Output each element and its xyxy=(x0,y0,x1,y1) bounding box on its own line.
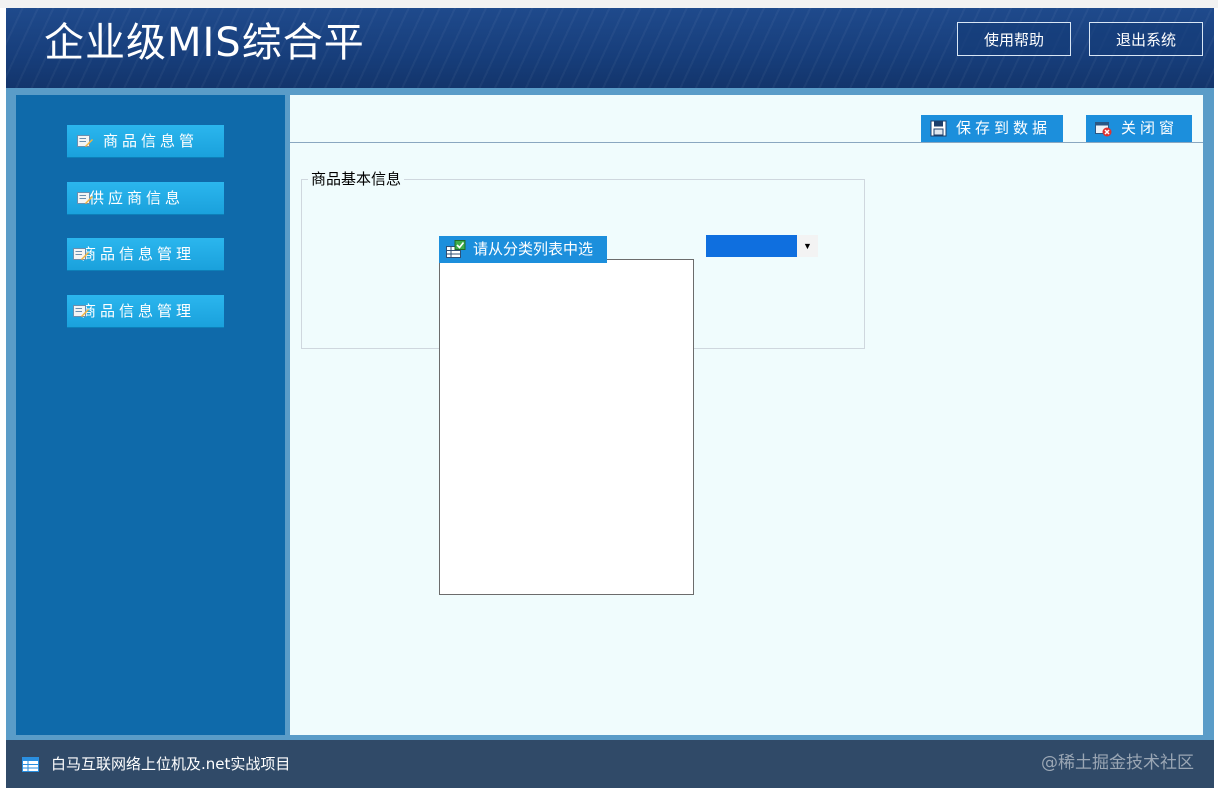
background-strip-right xyxy=(1214,8,1218,793)
toolbar-divider xyxy=(290,142,1203,143)
sidebar-item-label: 商品信息管理 xyxy=(81,302,196,320)
group-title: 商品基本信息 xyxy=(308,169,405,189)
watermark: @稀土掘金技术社区 xyxy=(1041,753,1194,773)
close-window-icon xyxy=(1095,122,1112,137)
edit-list-icon xyxy=(77,135,93,147)
exit-button[interactable]: 退出系统 xyxy=(1089,22,1203,56)
edit-list-icon xyxy=(73,248,89,260)
combobox-selected-value xyxy=(706,235,797,257)
edit-list-icon xyxy=(77,192,93,204)
table-icon xyxy=(22,757,39,772)
sidebar: 商品信息管 供应商信息 商品信息管理 商品信息管理 xyxy=(16,95,285,735)
close-button-label: 关闭窗 xyxy=(1121,119,1179,137)
status-text: 白马互联网络上位机及.net实战项目 xyxy=(51,755,291,773)
app-title: 企业级MIS综合平 xyxy=(44,20,365,66)
sidebar-item-product-info[interactable]: 商品信息管 xyxy=(67,125,224,158)
select-category-label: 请从分类列表中选 xyxy=(473,240,594,258)
category-list-panel[interactable] xyxy=(439,259,694,595)
content-panel: 保存到数据 关闭窗 商品基本信息 ▼ 请从分类列表中选 xyxy=(290,95,1203,735)
table-check-icon xyxy=(446,240,466,258)
sidebar-item-supplier-info[interactable]: 供应商信息 xyxy=(67,182,224,215)
edit-list-icon xyxy=(73,305,89,317)
help-button[interactable]: 使用帮助 xyxy=(957,22,1071,56)
sidebar-item-label: 商品信息管理 xyxy=(81,245,196,263)
header-banner: 企业级MIS综合平 使用帮助 退出系统 xyxy=(6,8,1214,88)
select-category-button[interactable]: 请从分类列表中选 xyxy=(439,236,607,263)
sidebar-item-label: 供应商信息 xyxy=(89,189,185,207)
sidebar-item-product-manage-1[interactable]: 商品信息管理 xyxy=(67,238,224,271)
chevron-down-icon[interactable]: ▼ xyxy=(797,235,818,257)
save-icon xyxy=(930,120,947,137)
save-to-database-button[interactable]: 保存到数据 xyxy=(921,115,1063,142)
save-button-label: 保存到数据 xyxy=(956,119,1052,137)
category-combobox[interactable]: ▼ xyxy=(706,235,818,257)
status-bar: 白马互联网络上位机及.net实战项目 @稀土掘金技术社区 xyxy=(6,740,1214,788)
close-window-button[interactable]: 关闭窗 xyxy=(1086,115,1192,142)
sidebar-item-product-manage-2[interactable]: 商品信息管理 xyxy=(67,295,224,328)
main-window: 企业级MIS综合平 使用帮助 退出系统 商品信息管 供应商信息 商品信息管理 商… xyxy=(6,8,1214,788)
sidebar-item-label: 商品信息管 xyxy=(103,132,199,150)
